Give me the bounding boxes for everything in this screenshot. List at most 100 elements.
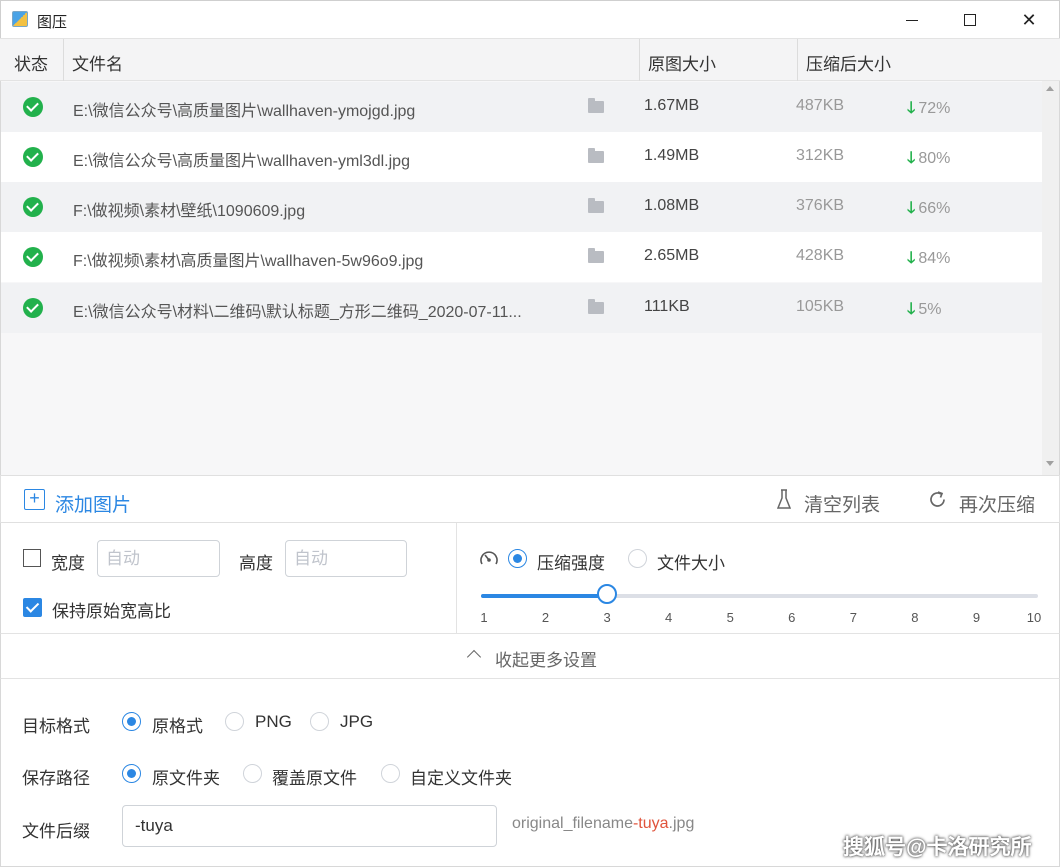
suffix-input[interactable]: -tuya (122, 805, 497, 847)
suffix-label: 文件后缀 (22, 822, 90, 841)
format-jpg-label[interactable]: JPG (340, 712, 373, 732)
column-status: 状态 (14, 55, 48, 74)
close-icon: ✕ (1021, 9, 1037, 30)
format-png-label[interactable]: PNG (255, 712, 292, 732)
save-original-folder-radio[interactable] (122, 764, 141, 783)
mode-filesize-label[interactable]: 文件大小 (657, 549, 725, 574)
scroll-down-icon[interactable] (1046, 461, 1054, 466)
compressed-size: 487KB (796, 97, 845, 114)
app-icon (12, 11, 28, 27)
recompress-button[interactable]: 再次压缩 (959, 490, 1035, 517)
file-path: E:\微信公众号\高质量图片\wallhaven-yml3dl.jpg (73, 153, 410, 170)
arrow-down-icon: 🡓 (907, 301, 916, 318)
table-row[interactable]: E:\微信公众号\高质量图片\wallhaven-yml3dl.jpg 1.49… (1, 132, 1043, 182)
slider-tick-label: 8 (911, 610, 919, 625)
save-original-folder-label[interactable]: 原文件夹 (152, 764, 220, 789)
height-input[interactable]: 自动 (285, 540, 407, 577)
vertical-scrollbar[interactable] (1042, 81, 1059, 475)
reduction-ratio: 🡓 66% (907, 200, 951, 217)
collapse-settings-toggle[interactable]: 收起更多设置 (0, 634, 1060, 679)
slider-tick-label: 10 (1026, 610, 1042, 625)
success-icon (23, 247, 43, 267)
compressed-size: 376KB (796, 197, 845, 214)
maximize-icon (964, 14, 976, 26)
folder-icon[interactable] (588, 148, 604, 163)
reduction-ratio: 🡓 84% (907, 250, 951, 267)
add-icon[interactable]: + (24, 489, 45, 510)
success-icon (23, 197, 43, 217)
arrow-down-icon: 🡓 (907, 100, 916, 117)
file-path: F:\做视频\素材\高质量图片\wallhaven-5w96o9.jpg (73, 253, 424, 270)
slider-fill (481, 594, 608, 598)
arrow-down-icon: 🡓 (907, 200, 916, 217)
slider-tick-label: 1 (480, 610, 488, 625)
success-icon (23, 97, 43, 117)
folder-icon[interactable] (588, 248, 604, 263)
slider-tick-label: 4 (665, 610, 673, 625)
collapse-label[interactable]: 收起更多设置 (495, 646, 597, 671)
file-path: E:\微信公众号\材料\二维码\默认标题_方形二维码_2020-07-11... (73, 304, 522, 321)
width-input[interactable]: 自动 (97, 540, 220, 577)
original-size: 1.08MB (644, 197, 700, 214)
height-label: 高度 (239, 554, 273, 573)
folder-icon[interactable] (588, 98, 604, 113)
original-size: 1.49MB (644, 147, 700, 164)
window-title: 图压 (37, 14, 68, 31)
success-icon (23, 147, 43, 167)
keep-ratio-label[interactable]: 保持原始宽高比 (52, 597, 171, 622)
slider-thumb[interactable] (597, 584, 618, 604)
column-filename: 文件名 (72, 55, 123, 74)
original-size: 1.67MB (644, 97, 700, 114)
compressed-size: 105KB (796, 298, 845, 315)
filename-preview: original_filename-tuya.jpg (512, 815, 695, 832)
minimize-button[interactable] (883, 1, 941, 39)
resize-icon (23, 549, 41, 567)
reduction-ratio: 🡓 5% (907, 301, 942, 318)
column-compressed-size: 压缩后大小 (806, 55, 891, 74)
save-custom-folder-radio[interactable] (381, 764, 400, 783)
save-overwrite-label[interactable]: 覆盖原文件 (272, 764, 357, 789)
arrow-down-icon: 🡓 (907, 150, 916, 167)
format-label: 目标格式 (22, 717, 90, 736)
slider-tick-label: 7 (849, 610, 857, 625)
original-size: 2.65MB (644, 247, 700, 264)
chevron-up-icon (466, 649, 482, 665)
clear-list-button[interactable]: 清空列表 (804, 490, 880, 517)
compression-settings: 宽度 自动 高度 自动 保持原始宽高比 压缩强度 文件大小 1 2 3 4 5 6 7 8 9 1… (0, 523, 1060, 634)
mode-strength-radio[interactable] (508, 549, 527, 568)
save-overwrite-radio[interactable] (243, 764, 262, 783)
column-original-size: 原图大小 (648, 55, 716, 74)
table-row[interactable]: F:\做视频\素材\壁纸\1090609.jpg 1.08MB 376KB 🡓 6… (1, 182, 1043, 232)
slider-tick-label: 2 (541, 610, 550, 625)
table-row[interactable]: F:\做视频\素材\高质量图片\wallhaven-5w96o9.jpg 2.6… (1, 232, 1043, 282)
table-row[interactable]: E:\微信公众号\高质量图片\wallhaven-ymojgd.jpg 1.67… (1, 82, 1043, 132)
slider-tick-label: 5 (726, 610, 734, 625)
save-custom-folder-label[interactable]: 自定义文件夹 (410, 764, 512, 789)
format-png-radio[interactable] (225, 712, 244, 731)
keep-ratio-checkbox[interactable] (23, 598, 42, 617)
slider-tick-label: 9 (972, 610, 981, 625)
file-list: E:\微信公众号\高质量图片\wallhaven-ymojgd.jpg 1.67… (0, 81, 1060, 475)
format-jpg-radio[interactable] (310, 712, 329, 731)
watermark: 搜狐号@卡洛研究所 (843, 836, 1032, 859)
flask-icon[interactable] (777, 489, 791, 510)
scroll-up-icon[interactable] (1046, 86, 1054, 91)
strength-slider[interactable] (481, 594, 1038, 598)
format-original-radio[interactable] (122, 712, 141, 731)
save-path-label: 保存路径 (22, 769, 90, 788)
folder-icon[interactable] (588, 299, 604, 314)
compressed-size: 428KB (796, 247, 845, 264)
file-path: E:\微信公众号\高质量图片\wallhaven-ymojgd.jpg (73, 103, 416, 120)
action-toolbar: + 添加图片 清空列表 再次压缩 (0, 475, 1060, 523)
arrow-down-icon: 🡓 (907, 250, 916, 267)
add-images-button[interactable]: 添加图片 (55, 490, 131, 517)
close-button[interactable]: ✕ (1000, 1, 1058, 39)
format-original-label[interactable]: 原格式 (152, 712, 203, 737)
mode-strength-label[interactable]: 压缩强度 (537, 549, 605, 574)
mode-filesize-radio[interactable] (628, 549, 647, 568)
minimize-icon (906, 19, 918, 21)
table-row[interactable]: E:\微信公众号\材料\二维码\默认标题_方形二维码_2020-07-11...… (1, 283, 1043, 333)
refresh-icon[interactable] (927, 489, 948, 510)
maximize-button[interactable] (941, 1, 999, 39)
folder-icon[interactable] (588, 198, 604, 213)
